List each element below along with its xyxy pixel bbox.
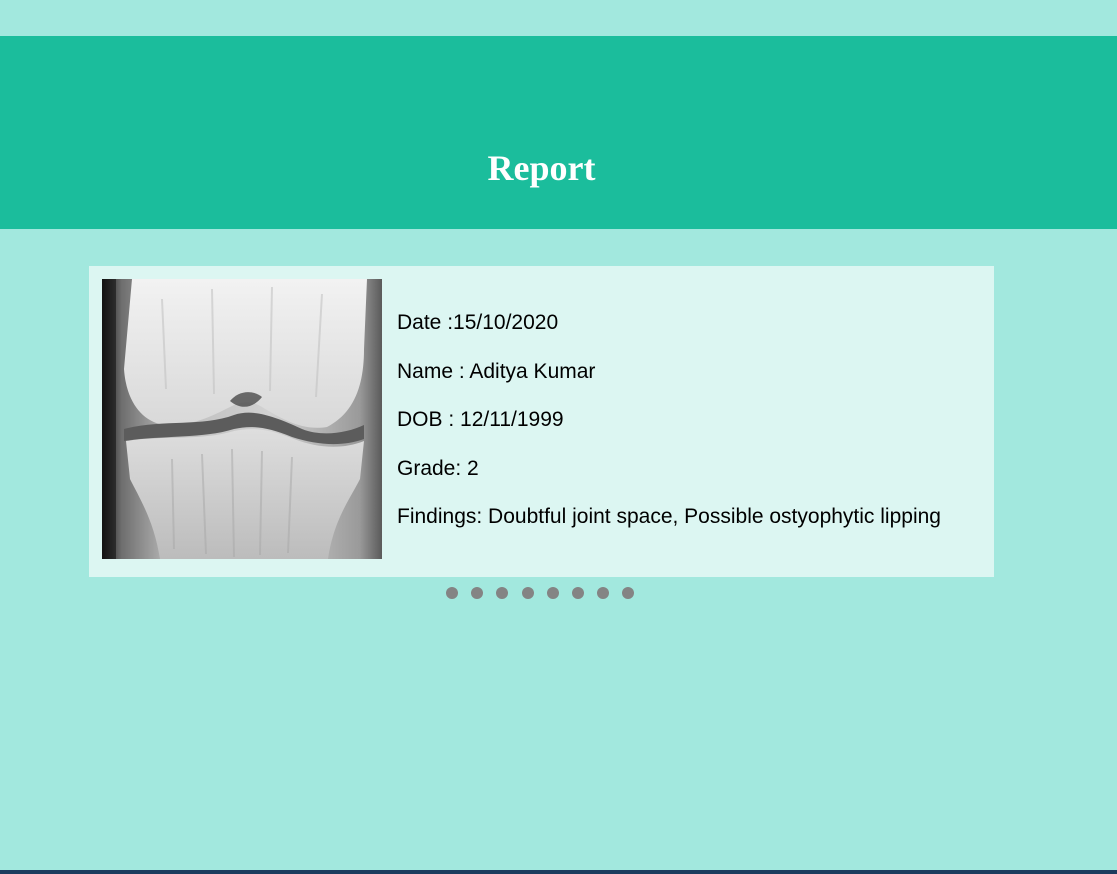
carousel-dot[interactable] — [622, 587, 635, 599]
patient-dob: DOB : 12/11/1999 — [397, 408, 564, 431]
report-date: Date :15/10/2020 — [397, 311, 559, 334]
carousel-dot[interactable] — [446, 587, 458, 599]
report-grade: Grade: 2 — [397, 456, 479, 480]
patient-name: Name : Aditya Kumar — [397, 359, 596, 383]
footer-divider — [0, 870, 1117, 874]
carousel-dot[interactable] — [546, 587, 559, 599]
knee-xray-image — [102, 279, 382, 559]
carousel-dot[interactable] — [471, 587, 484, 599]
carousel-dot[interactable] — [571, 587, 584, 599]
carousel-dot[interactable] — [521, 587, 534, 599]
page-title: Report — [487, 148, 596, 188]
carousel-dots — [446, 587, 635, 599]
page-header: Report — [0, 36, 1117, 229]
report-findings: Findings: Doubtful joint space, Possible… — [397, 505, 941, 528]
carousel-dot[interactable] — [597, 587, 610, 599]
report-details: Date :15/10/2020 Name : Aditya Kumar DOB… — [397, 308, 941, 551]
report-card: Date :15/10/2020 Name : Aditya Kumar DOB… — [89, 266, 994, 577]
carousel-dot[interactable] — [496, 587, 509, 599]
